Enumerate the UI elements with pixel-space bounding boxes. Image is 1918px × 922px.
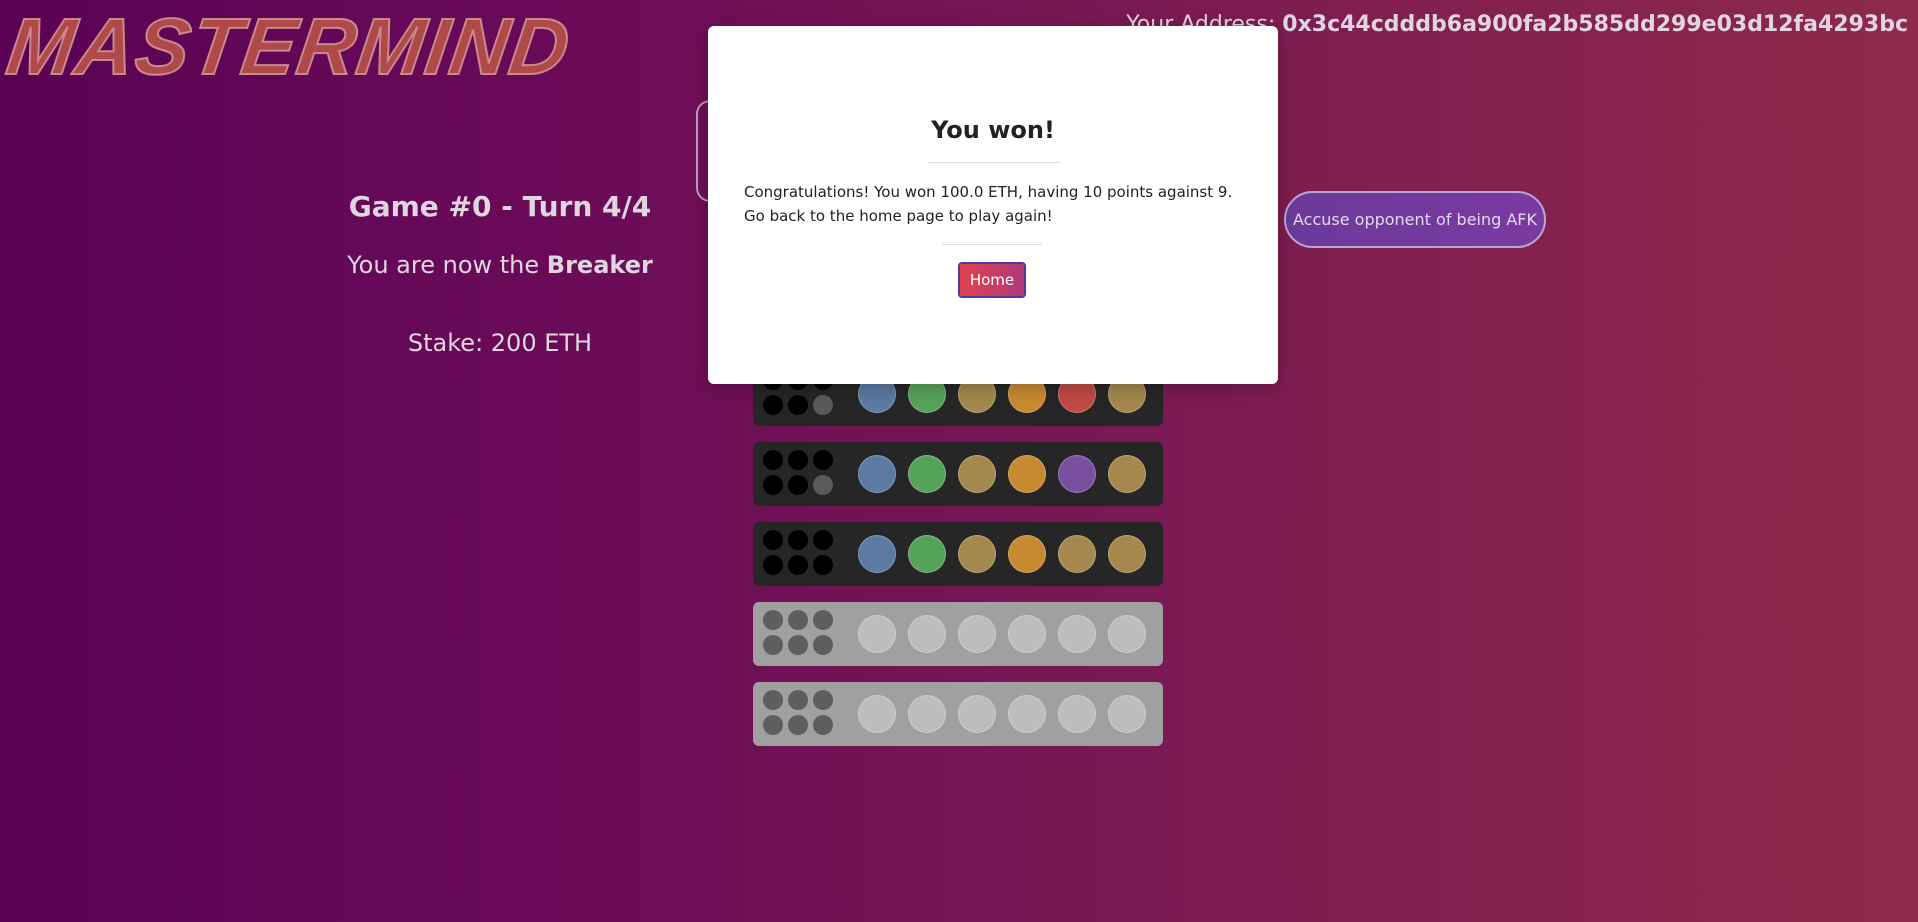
role-value: Breaker xyxy=(546,251,653,279)
code-peg xyxy=(958,455,996,493)
feedback-pin xyxy=(813,635,833,655)
code-peg xyxy=(1058,535,1096,573)
feedback-pin xyxy=(788,610,808,630)
accuse-afk-button[interactable]: Accuse opponent of being AFK xyxy=(1284,191,1546,248)
feedback-pin xyxy=(763,610,783,630)
feedback-pin xyxy=(813,610,833,630)
feedback-pin xyxy=(788,635,808,655)
feedback-pin xyxy=(788,555,808,575)
code-peg[interactable] xyxy=(1108,695,1146,733)
code-peg xyxy=(908,455,946,493)
code-peg xyxy=(908,535,946,573)
feedback-pin xyxy=(763,450,783,470)
code-peg xyxy=(858,535,896,573)
feedback-pin xyxy=(788,530,808,550)
code-peg xyxy=(1058,455,1096,493)
player-role: You are now the Breaker xyxy=(300,251,700,279)
code-pegs xyxy=(858,695,1158,733)
feedback-pin xyxy=(763,475,783,495)
feedback-pin xyxy=(763,690,783,710)
code-pegs xyxy=(858,455,1158,493)
feedback-pin xyxy=(763,635,783,655)
guess-row xyxy=(753,442,1163,506)
guess-row xyxy=(753,682,1163,746)
feedback-pin xyxy=(788,715,808,735)
feedback-pin xyxy=(763,395,783,415)
code-pegs xyxy=(858,615,1158,653)
game-info-panel: Game #0 - Turn 4/4 You are now the Break… xyxy=(300,190,700,357)
feedback-pin xyxy=(788,475,808,495)
code-peg[interactable] xyxy=(858,695,896,733)
home-button[interactable]: Home xyxy=(958,262,1026,298)
feedback-pin xyxy=(763,715,783,735)
code-peg xyxy=(1008,535,1046,573)
address-value: 0x3c44cdddb6a900fa2b585dd299e03d12fa4293… xyxy=(1282,12,1908,37)
code-peg xyxy=(958,535,996,573)
code-peg[interactable] xyxy=(908,615,946,653)
feedback-pin xyxy=(813,450,833,470)
feedback-pin xyxy=(788,395,808,415)
code-peg[interactable] xyxy=(1008,615,1046,653)
win-modal: You won! Congratulations! You won 100.0 … xyxy=(708,26,1278,384)
feedback-pins xyxy=(763,690,835,738)
feedback-pins xyxy=(763,530,835,578)
feedback-pin xyxy=(813,690,833,710)
modal-divider-top xyxy=(927,162,1061,163)
feedback-pin xyxy=(813,530,833,550)
code-peg[interactable] xyxy=(1058,615,1096,653)
modal-title: You won! xyxy=(931,116,1055,144)
code-peg xyxy=(1108,455,1146,493)
code-peg[interactable] xyxy=(908,695,946,733)
code-peg xyxy=(1108,535,1146,573)
code-peg[interactable] xyxy=(1108,615,1146,653)
code-peg[interactable] xyxy=(1058,695,1096,733)
feedback-pins xyxy=(763,610,835,658)
feedback-pin xyxy=(813,475,833,495)
feedback-pin xyxy=(763,530,783,550)
code-peg[interactable] xyxy=(858,615,896,653)
modal-divider-bottom xyxy=(942,244,1042,245)
code-peg[interactable] xyxy=(958,615,996,653)
stake-amount: Stake: 200 ETH xyxy=(407,329,593,357)
modal-message: Congratulations! You won 100.0 ETH, havi… xyxy=(744,183,1233,225)
game-title: Game #0 - Turn 4/4 xyxy=(348,190,652,223)
code-pegs xyxy=(858,535,1158,573)
mastermind-logo: MASTERMIND xyxy=(1,1,578,92)
feedback-pin xyxy=(813,555,833,575)
role-prefix: You are now the xyxy=(347,251,540,279)
feedback-pin xyxy=(813,715,833,735)
code-peg[interactable] xyxy=(958,695,996,733)
feedback-pin xyxy=(788,690,808,710)
code-peg xyxy=(858,455,896,493)
guess-row xyxy=(753,602,1163,666)
guess-row xyxy=(753,522,1163,586)
code-peg xyxy=(1008,455,1046,493)
code-peg[interactable] xyxy=(1008,695,1046,733)
feedback-pin xyxy=(763,555,783,575)
feedback-pin xyxy=(788,450,808,470)
feedback-pins xyxy=(763,450,835,498)
feedback-pin xyxy=(813,395,833,415)
